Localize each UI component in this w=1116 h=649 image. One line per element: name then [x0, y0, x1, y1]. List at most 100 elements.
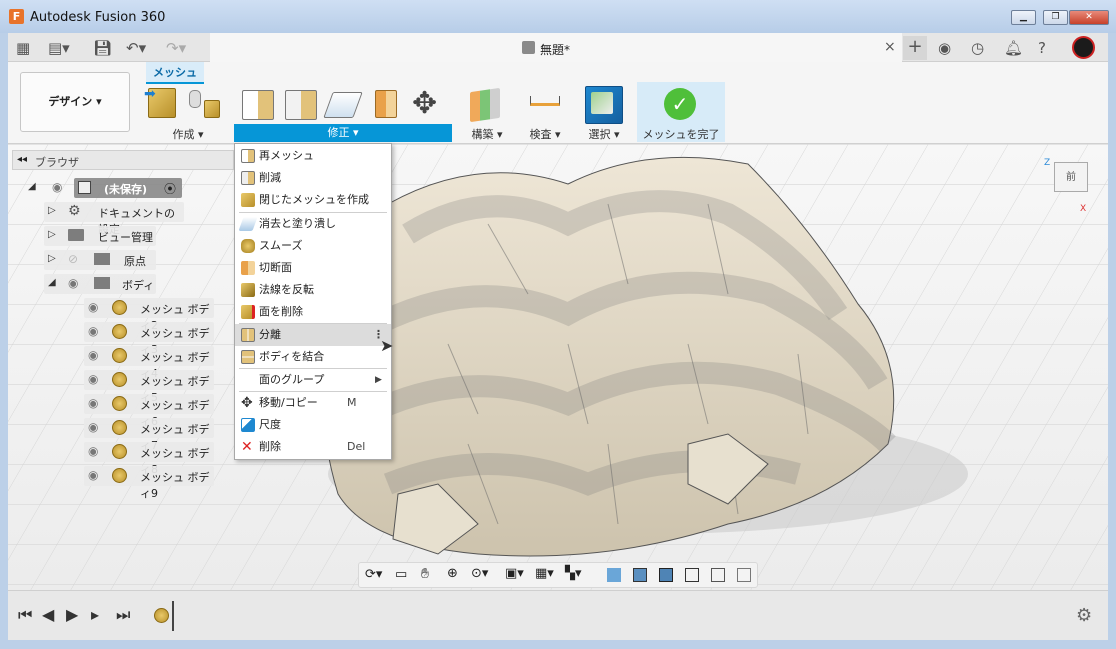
shaded-cube-icon[interactable]	[607, 568, 621, 582]
close-tab-button[interactable]: ×	[884, 39, 896, 55]
wireframe-hidden-cube-icon[interactable]	[711, 568, 725, 582]
app-grid-icon[interactable]: ▦	[16, 39, 30, 57]
orbit-icon[interactable]: ⟳▾	[365, 567, 382, 582]
viewcube[interactable]: 前	[1054, 162, 1088, 192]
primitives-icon[interactable]	[189, 90, 201, 108]
tree-item-named-views[interactable]: ▷ ビュー管理	[44, 225, 156, 247]
visibility-eye-icon[interactable]: ◉	[88, 468, 98, 482]
tree-item-document-settings[interactable]: ▷ ⚙ ドキュメントの設定	[44, 201, 184, 236]
save-icon[interactable]: 💾︎	[93, 39, 112, 57]
pan-hand-icon[interactable]: ✋︎	[421, 566, 429, 582]
timeline-mesh-feature-icon[interactable]	[154, 608, 169, 623]
move-copy-icon[interactable]: ✥	[412, 86, 437, 121]
tree-item-mesh-body[interactable]: ◉メッシュ ボディ2	[84, 297, 214, 332]
section-icon[interactable]	[375, 90, 397, 118]
menu-item-face-groups[interactable]: 面のグループ ▶	[235, 369, 391, 391]
menu-item-combine-bodies[interactable]: ボディを結合	[235, 346, 391, 368]
hidden-edges-cube-icon[interactable]	[659, 568, 673, 582]
tree-item-mesh-body[interactable]: ◉ メッシュ ボディ9	[84, 465, 214, 500]
tree-item-mesh-body[interactable]: ◉メッシュ ボディ4	[84, 345, 214, 380]
group-modify-label[interactable]: 修正 ▾	[234, 124, 452, 142]
expand-triangle-icon[interactable]: ▷	[48, 253, 56, 264]
visibility-eye-icon[interactable]: ◉	[88, 348, 98, 362]
group-construct-label[interactable]: 構築 ▾	[463, 126, 511, 142]
wireframe-cube-icon[interactable]	[685, 568, 699, 582]
go-to-start-icon[interactable]: ⏮	[18, 605, 32, 625]
group-select-label[interactable]: 選択 ▾	[583, 126, 625, 142]
look-at-icon[interactable]: ▭	[395, 567, 407, 582]
tree-root[interactable]: ◢ ◉ (未保存) ⦿	[24, 177, 184, 199]
zoom-window-icon[interactable]: ⊙▾	[471, 566, 488, 581]
undo-icon[interactable]: ↶▾	[126, 39, 146, 57]
step-back-icon[interactable]: ◀	[42, 605, 54, 624]
workspace-switcher[interactable]: デザイン ▾	[20, 72, 130, 132]
user-avatar[interactable]	[1072, 36, 1095, 59]
menu-item-reduce[interactable]: 削減	[235, 167, 391, 189]
file-menu-icon[interactable]: ▤▾	[48, 39, 70, 57]
menu-item-separate[interactable]: 分離 ⋮	[235, 324, 391, 346]
shaded-edges-cube-icon[interactable]	[633, 568, 647, 582]
extensions-icon[interactable]: ◉	[938, 39, 951, 57]
browser-header[interactable]: ◂◂ ブラウザ	[12, 150, 234, 170]
visibility-eye-icon[interactable]: ◉	[68, 276, 78, 290]
reduce-icon[interactable]	[285, 90, 317, 120]
menu-item-plane-cut[interactable]: 切断面	[235, 257, 391, 279]
menu-item-reverse-normal[interactable]: 法線を反転	[235, 279, 391, 301]
menu-item-erase-and-fill[interactable]: 消去と塗り潰し	[235, 213, 391, 235]
play-icon[interactable]: ▶	[66, 605, 78, 624]
zoom-icon[interactable]: ⊕	[447, 566, 458, 581]
go-to-end-icon[interactable]: ⏭	[116, 605, 130, 625]
visibility-eye-icon[interactable]: ◉	[88, 420, 98, 434]
viewports-icon[interactable]: ▚▾	[565, 566, 582, 581]
activate-radio-icon[interactable]: ⦿	[164, 180, 176, 197]
visibility-eye-icon[interactable]: ◉	[52, 180, 62, 194]
menu-item-smooth[interactable]: スムーズ	[235, 235, 391, 257]
tree-item-bodies[interactable]: ◢ ◉ ボディ	[44, 273, 156, 295]
group-create-label[interactable]: 作成 ▾	[158, 126, 218, 142]
step-forward-icon[interactable]: ▸	[91, 605, 99, 624]
menu-item-delete[interactable]: ✕ 削除 Del	[235, 436, 391, 458]
plane-cut-icon[interactable]	[323, 92, 363, 118]
remesh-icon[interactable]	[242, 90, 274, 120]
tree-item-mesh-body[interactable]: ◉メッシュ ボディ3	[84, 321, 214, 356]
menu-item-remesh[interactable]: 再メッシュ	[235, 145, 391, 167]
redo-icon[interactable]: ↷▾	[166, 39, 186, 57]
expand-triangle-icon[interactable]: ▷	[48, 205, 56, 216]
tree-item-mesh-body[interactable]: ◉メッシュ ボディ8	[84, 441, 214, 476]
timeline-marker[interactable]	[172, 601, 174, 631]
timeline-settings-gear-icon[interactable]: ⚙	[1076, 605, 1092, 626]
grid-settings-icon[interactable]: ▦▾	[535, 566, 554, 581]
tree-item-mesh-body[interactable]: ◉メッシュ ボディ7	[84, 417, 214, 452]
convert-icon[interactable]	[204, 100, 220, 118]
menu-item-scale[interactable]: 尺度	[235, 414, 391, 436]
tree-item-mesh-body[interactable]: ◉メッシュ ボディ5	[84, 369, 214, 404]
visibility-eye-off-icon[interactable]: ⊘	[68, 252, 78, 266]
job-status-icon[interactable]: ◷	[971, 39, 984, 57]
construct-plane-icon[interactable]	[470, 87, 500, 123]
visibility-eye-icon[interactable]: ◉	[88, 300, 98, 314]
tab-mesh[interactable]: メッシュ	[146, 62, 204, 84]
minimize-button[interactable]: ▁	[1011, 10, 1036, 25]
measure-icon[interactable]	[530, 96, 560, 106]
restore-button[interactable]: ❐	[1043, 10, 1068, 25]
menu-item-move-copy[interactable]: ✥ 移動/コピー M	[235, 392, 391, 414]
help-icon[interactable]: ?	[1038, 39, 1046, 57]
visibility-eye-icon[interactable]: ◉	[88, 396, 98, 410]
finish-mesh-check-icon[interactable]: ✓	[664, 88, 696, 120]
display-settings-icon[interactable]: ▣▾	[505, 566, 524, 581]
tree-item-mesh-body[interactable]: ◉メッシュ ボディ6	[84, 393, 214, 428]
wireframe-visible-cube-icon[interactable]	[737, 568, 751, 582]
collapse-triangle-icon[interactable]: ◢	[28, 181, 36, 192]
visibility-eye-icon[interactable]: ◉	[88, 444, 98, 458]
menu-item-delete-faces[interactable]: 面を削除	[235, 301, 391, 323]
collapse-browser-icon[interactable]: ◂◂	[17, 154, 27, 165]
collapse-triangle-icon[interactable]: ◢	[48, 277, 56, 288]
tree-item-origin[interactable]: ▷ ⊘ 原点	[44, 249, 156, 271]
visibility-eye-icon[interactable]: ◉	[88, 372, 98, 386]
notifications-bell-icon[interactable]: 🔔︎	[1004, 39, 1023, 57]
new-tab-plus-icon[interactable]: +	[903, 36, 927, 60]
group-inspect-label[interactable]: 検査 ▾	[522, 126, 568, 142]
expand-triangle-icon[interactable]: ▷	[48, 229, 56, 240]
close-window-button[interactable]: ✕	[1069, 10, 1109, 25]
visibility-eye-icon[interactable]: ◉	[88, 324, 98, 338]
